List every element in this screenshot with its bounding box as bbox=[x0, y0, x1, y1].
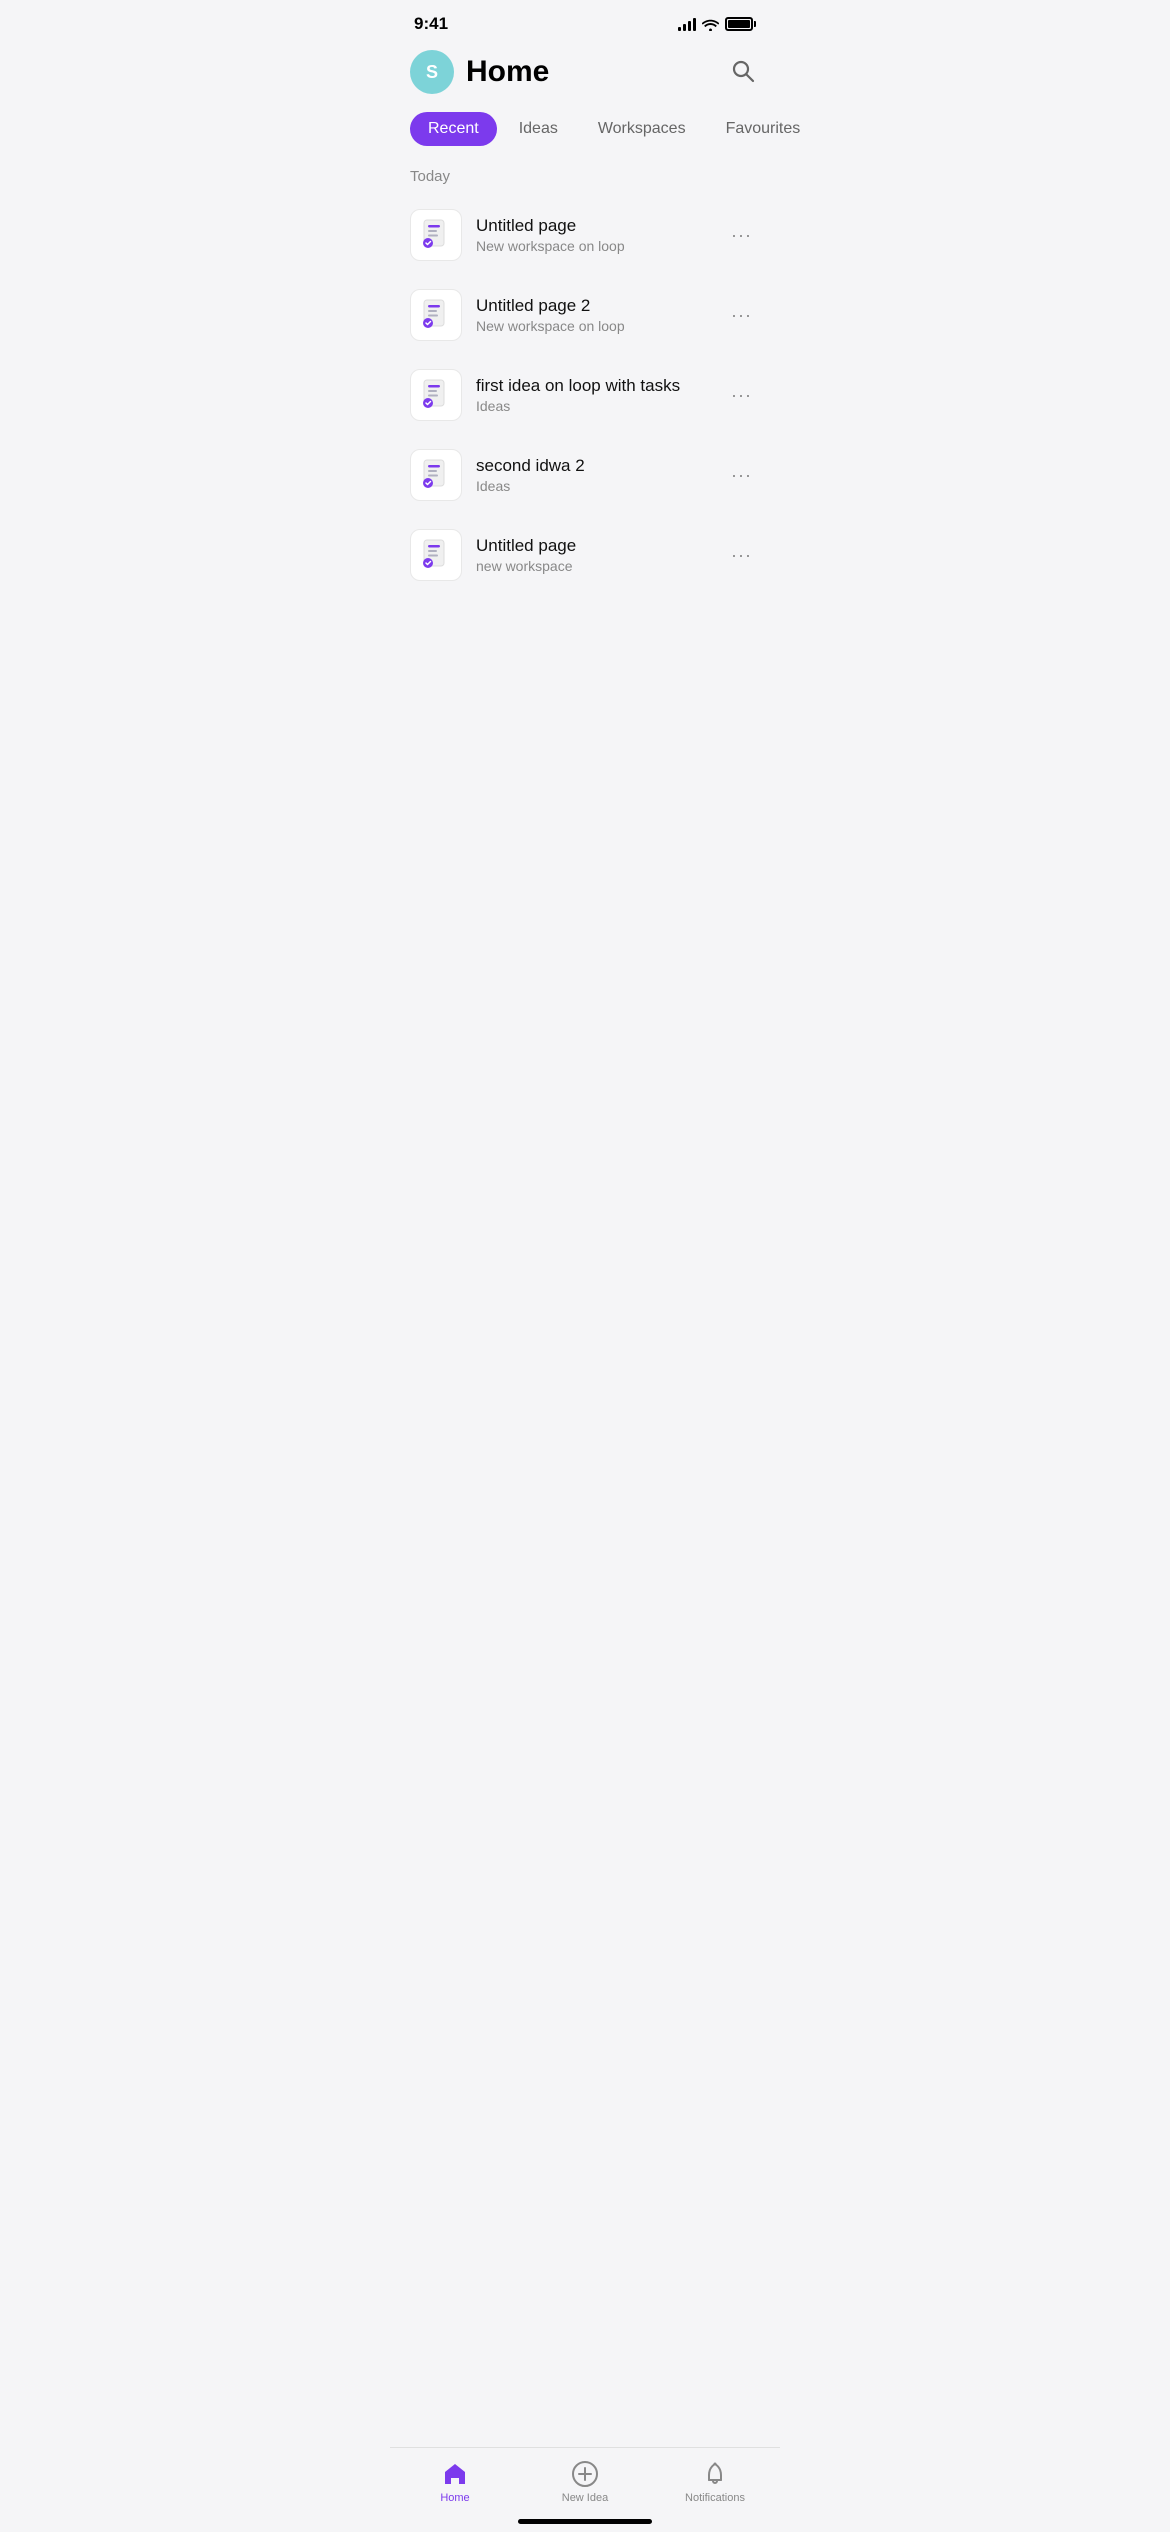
more-button[interactable]: ··· bbox=[723, 221, 760, 250]
item-content: second idwa 2 Ideas bbox=[476, 456, 709, 494]
wifi-icon bbox=[702, 18, 719, 31]
page-title: Home bbox=[466, 55, 549, 89]
item-title: Untitled page bbox=[476, 216, 709, 236]
item-subtitle: New workspace on loop bbox=[476, 238, 709, 254]
list-container: Untitled page New workspace on loop ··· bbox=[390, 195, 780, 595]
item-title: Untitled page bbox=[476, 536, 709, 556]
nav-home[interactable]: Home bbox=[415, 2460, 495, 2504]
item-title: second idwa 2 bbox=[476, 456, 709, 476]
nav-notifications[interactable]: Notifications bbox=[675, 2460, 755, 2504]
notifications-icon bbox=[701, 2460, 729, 2488]
main-content: Today Untitled page New worksp bbox=[390, 160, 780, 695]
search-button[interactable] bbox=[726, 54, 760, 91]
page-document-icon bbox=[411, 530, 461, 580]
home-indicator bbox=[518, 2519, 652, 2524]
header-left: S Home bbox=[410, 50, 549, 94]
nav-home-label: Home bbox=[440, 2492, 469, 2504]
item-content: Untitled page New workspace on loop bbox=[476, 216, 709, 254]
item-subtitle: new workspace bbox=[476, 558, 709, 574]
nav-new-idea-label: New Idea bbox=[562, 2492, 608, 2504]
nav-new-idea[interactable]: New Idea bbox=[545, 2460, 625, 2504]
home-icon bbox=[441, 2460, 469, 2488]
status-bar: 9:41 bbox=[390, 0, 780, 42]
item-content: Untitled page new workspace bbox=[476, 536, 709, 574]
section-label: Today bbox=[390, 160, 780, 195]
more-button[interactable]: ··· bbox=[723, 461, 760, 490]
tab-workspaces[interactable]: Workspaces bbox=[580, 112, 704, 146]
more-button[interactable]: ··· bbox=[723, 301, 760, 330]
battery-icon bbox=[725, 17, 756, 31]
more-button[interactable]: ··· bbox=[723, 381, 760, 410]
page-document-icon bbox=[411, 210, 461, 260]
list-item[interactable]: Untitled page New workspace on loop ··· bbox=[390, 195, 780, 275]
item-icon bbox=[410, 289, 462, 341]
page-document-icon bbox=[411, 290, 461, 340]
item-content: Untitled page 2 New workspace on loop bbox=[476, 296, 709, 334]
tab-recent[interactable]: Recent bbox=[410, 112, 497, 146]
search-icon bbox=[730, 58, 756, 84]
item-icon bbox=[410, 369, 462, 421]
more-button[interactable]: ··· bbox=[723, 541, 760, 570]
page-document-icon bbox=[411, 450, 461, 500]
signal-icon bbox=[678, 17, 696, 31]
tab-favourites[interactable]: Favourites bbox=[708, 112, 819, 146]
list-item[interactable]: second idwa 2 Ideas ··· bbox=[390, 435, 780, 515]
header: S Home bbox=[390, 42, 780, 106]
status-time: 9:41 bbox=[414, 14, 448, 34]
item-title: Untitled page 2 bbox=[476, 296, 709, 316]
item-content: first idea on loop with tasks Ideas bbox=[476, 376, 709, 414]
item-title: first idea on loop with tasks bbox=[476, 376, 709, 396]
page-document-icon bbox=[411, 370, 461, 420]
item-subtitle: Ideas bbox=[476, 478, 709, 494]
list-item[interactable]: first idea on loop with tasks Ideas ··· bbox=[390, 355, 780, 435]
tabs-container: Recent Ideas Workspaces Favourites bbox=[390, 106, 780, 160]
status-icons bbox=[678, 17, 756, 31]
tab-ideas[interactable]: Ideas bbox=[501, 112, 576, 146]
item-icon bbox=[410, 449, 462, 501]
new-idea-icon bbox=[571, 2460, 599, 2488]
item-icon bbox=[410, 529, 462, 581]
item-subtitle: Ideas bbox=[476, 398, 709, 414]
nav-notifications-label: Notifications bbox=[685, 2492, 745, 2504]
list-item[interactable]: Untitled page new workspace ··· bbox=[390, 515, 780, 595]
item-subtitle: New workspace on loop bbox=[476, 318, 709, 334]
avatar[interactable]: S bbox=[410, 50, 454, 94]
item-icon bbox=[410, 209, 462, 261]
list-item[interactable]: Untitled page 2 New workspace on loop ··… bbox=[390, 275, 780, 355]
